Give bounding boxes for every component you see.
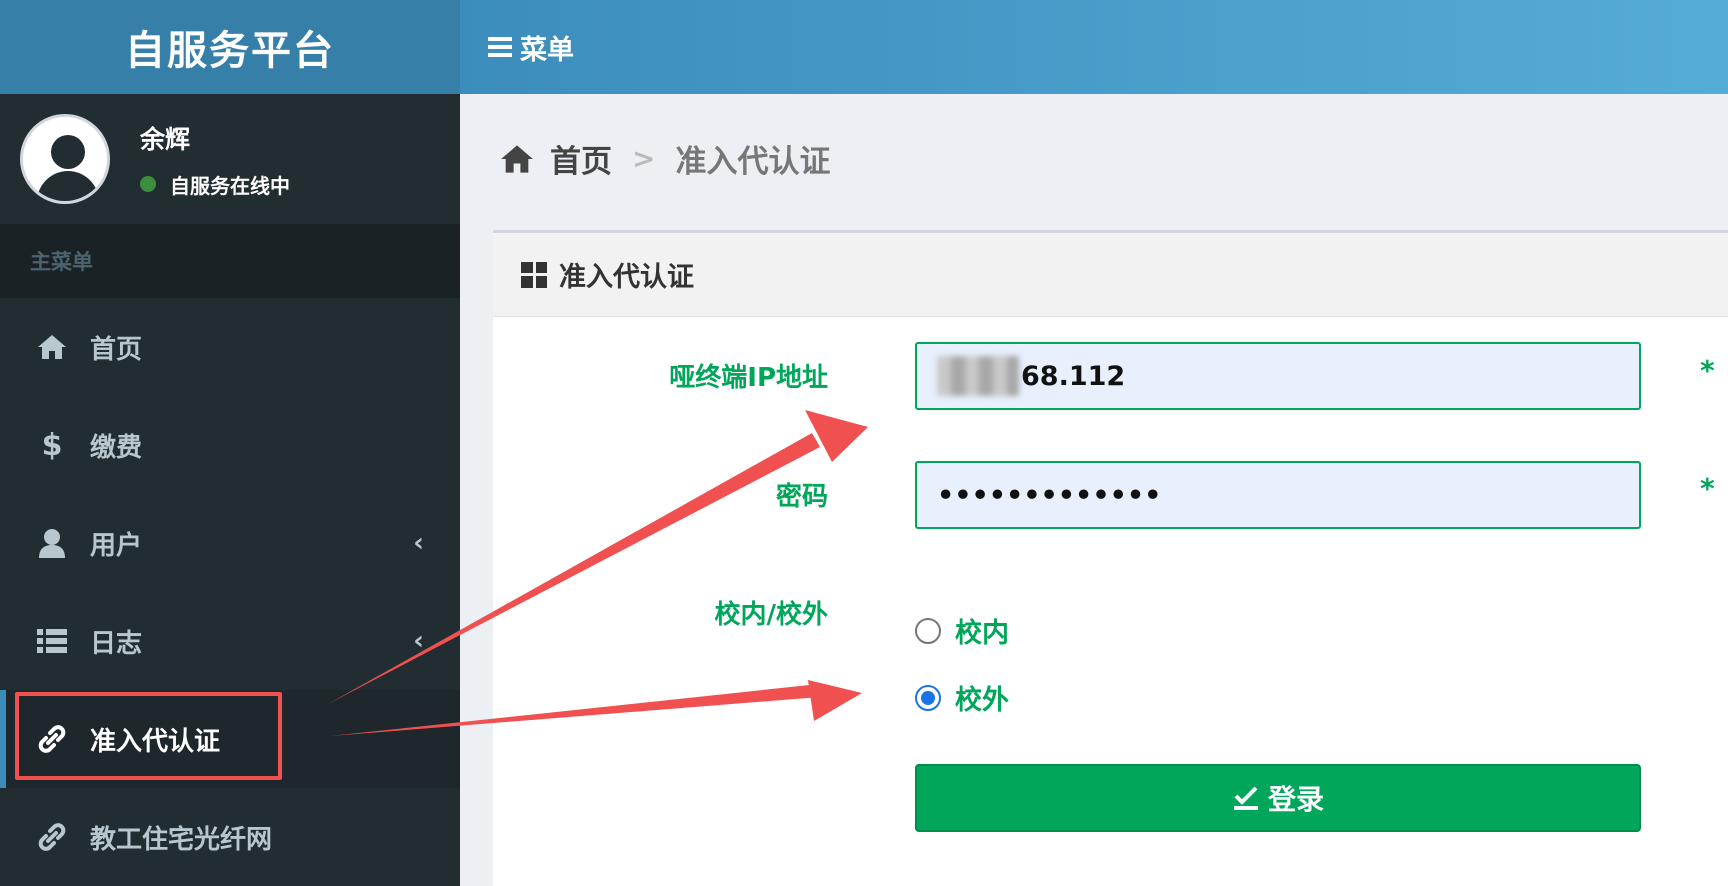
avatar bbox=[20, 114, 110, 204]
grid-icon bbox=[521, 261, 547, 288]
login-button-label: 登录 bbox=[1267, 784, 1324, 815]
sidebar-item-logs[interactable]: 日志 ‹ bbox=[0, 592, 460, 690]
hamburger-menu-icon[interactable] bbox=[488, 37, 512, 57]
user-panel: 余辉 自服务在线中 bbox=[0, 94, 460, 224]
dollar-icon: $ bbox=[41, 427, 63, 463]
ip-address-value: 68.112 bbox=[1021, 360, 1126, 392]
breadcrumb-home-label: 首页 bbox=[550, 144, 612, 180]
user-icon bbox=[34, 525, 70, 561]
redacted-blur bbox=[937, 356, 1019, 396]
sidebar-item-label: 教工住宅光纤网 bbox=[90, 824, 273, 855]
breadcrumb-current: 准入代认证 bbox=[675, 144, 831, 180]
home-icon bbox=[501, 144, 533, 173]
password-value: ••••••••••••• bbox=[937, 479, 1162, 511]
breadcrumb-separator: > bbox=[632, 142, 656, 175]
ip-address-input[interactable]: 68.112 bbox=[915, 342, 1641, 410]
top-navbar: 菜单 bbox=[460, 0, 1728, 94]
link-icon bbox=[34, 819, 70, 855]
sidebar-item-label: 缴费 bbox=[90, 432, 143, 463]
breadcrumb-home[interactable]: 首页 bbox=[500, 136, 612, 181]
sidebar-item-users[interactable]: 用户 ‹ bbox=[0, 494, 460, 592]
password-label: 密码 bbox=[775, 482, 828, 512]
home-icon bbox=[34, 329, 70, 365]
radio-off-campus[interactable]: 校外 bbox=[915, 678, 1009, 717]
sidebar-item-faculty-fiber[interactable]: 教工住宅光纤网 bbox=[0, 788, 460, 886]
annotation-highlight-box bbox=[15, 692, 282, 780]
radio-label: 校内 bbox=[955, 618, 1009, 649]
app-logo[interactable]: 自服务平台 bbox=[0, 0, 460, 94]
panel-title: 准入代认证 bbox=[559, 262, 694, 293]
user-name: 余辉 bbox=[140, 124, 191, 154]
sidebar-item-label: 日志 bbox=[90, 628, 143, 659]
check-sign-icon bbox=[1233, 786, 1258, 810]
panel-header: 准入代认证 bbox=[493, 233, 1728, 317]
radio-label: 校外 bbox=[955, 685, 1009, 716]
sidebar-item-label: 首页 bbox=[90, 334, 143, 365]
password-input[interactable]: ••••••••••••• bbox=[915, 461, 1641, 529]
user-status-text: 自服务在线中 bbox=[170, 173, 290, 198]
menu-header: 主菜单 bbox=[0, 224, 460, 298]
chevron-left-icon: ‹ bbox=[413, 528, 424, 558]
online-status-dot-icon bbox=[140, 176, 156, 192]
user-status: 自服务在线中 bbox=[140, 170, 290, 199]
ip-address-label: 哑终端IP地址 bbox=[669, 363, 828, 393]
radio-button-checked[interactable] bbox=[915, 684, 941, 711]
sidebar-item-payment[interactable]: $ 缴费 bbox=[0, 396, 460, 494]
chevron-left-icon: ‹ bbox=[413, 626, 424, 656]
radio-on-campus[interactable]: 校内 bbox=[915, 611, 1009, 650]
menu-toggle-label[interactable]: 菜单 bbox=[520, 28, 574, 67]
radio-button[interactable] bbox=[915, 617, 941, 644]
breadcrumb: 首页 > 准入代认证 bbox=[500, 136, 830, 181]
login-button[interactable]: 登录 bbox=[915, 764, 1641, 832]
location-label: 校内/校外 bbox=[714, 600, 829, 630]
list-icon bbox=[34, 623, 70, 659]
required-mark: * bbox=[1700, 472, 1715, 505]
required-mark: * bbox=[1700, 354, 1715, 387]
sidebar-item-home[interactable]: 首页 bbox=[0, 298, 460, 396]
sidebar-item-label: 用户 bbox=[90, 530, 143, 561]
